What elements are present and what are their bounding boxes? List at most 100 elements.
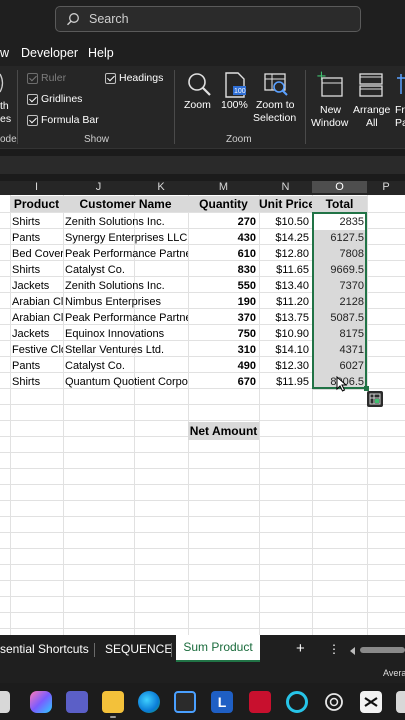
cell-unit-price[interactable]: $11.65 [259, 262, 312, 278]
cell-quantity[interactable]: 270 [188, 214, 259, 230]
formula-bar-checkbox[interactable] [27, 115, 38, 126]
cell-total[interactable]: 2835 [312, 214, 367, 230]
worksheet-grid[interactable]: Product Customer Name Quantity Unit Pric… [0, 195, 405, 635]
cell-product[interactable]: Pants [10, 358, 63, 374]
chatgpt-icon[interactable] [323, 691, 345, 713]
cell-unit-price[interactable]: $13.40 [259, 278, 312, 294]
cell-customer[interactable]: Catalyst Co. [63, 358, 188, 374]
l-app-icon[interactable]: L [211, 691, 233, 713]
formula-input[interactable] [0, 156, 405, 174]
cell-quantity[interactable]: 830 [188, 262, 259, 278]
cell-quantity[interactable]: 370 [188, 310, 259, 326]
header-quantity[interactable]: Quantity [188, 196, 259, 212]
store-icon[interactable] [174, 691, 196, 713]
horizontal-scrollbar[interactable] [360, 647, 405, 653]
cell-total[interactable]: 2128 [312, 294, 367, 310]
mcafee-icon[interactable] [249, 691, 271, 713]
cell-unit-price[interactable]: $14.10 [259, 342, 312, 358]
cell-total[interactable]: 4371 [312, 342, 367, 358]
cell-product[interactable]: Bed Covers [10, 246, 63, 262]
column-header-j[interactable]: J [63, 181, 134, 193]
cell-total[interactable]: 7370 [312, 278, 367, 294]
tab-help[interactable]: Help [88, 46, 114, 60]
tab-developer[interactable]: Developer [21, 46, 78, 60]
scroll-left-icon[interactable] [348, 645, 358, 655]
cell-total[interactable]: 6027 [312, 358, 367, 374]
ruler-checkbox[interactable] [27, 73, 38, 84]
cell-total[interactable]: 5087.5 [312, 310, 367, 326]
freeze-panes-button[interactable]: Fr Pa [393, 70, 405, 130]
cell-quantity[interactable]: 750 [188, 326, 259, 342]
edge-icon[interactable] [138, 691, 160, 713]
file-explorer-icon[interactable] [102, 691, 124, 713]
cell-product[interactable]: Shirts [10, 374, 63, 390]
quick-analysis-button[interactable] [367, 391, 383, 407]
column-header-p[interactable]: P [367, 181, 405, 193]
cell-unit-price[interactable]: $11.95 [259, 374, 312, 390]
more-sheets-button[interactable]: ⋮ [328, 642, 340, 656]
headings-checkbox[interactable] [105, 73, 116, 84]
zoom-100-button[interactable]: 100 100% [220, 70, 250, 120]
cell-product[interactable]: Arabian Cl [10, 310, 63, 326]
cell-total[interactable]: 9669.5 [312, 262, 367, 278]
sheet-tab-sum-product[interactable]: Sum Product [176, 635, 260, 662]
cell-product[interactable]: Jackets [10, 278, 63, 294]
cell-quantity[interactable]: 190 [188, 294, 259, 310]
cell-unit-price[interactable]: $12.30 [259, 358, 312, 374]
cell-quantity[interactable]: 490 [188, 358, 259, 374]
header-product[interactable]: Product [10, 196, 63, 212]
cell-quantity[interactable]: 550 [188, 278, 259, 294]
net-amount-label[interactable]: Net Amount [188, 422, 259, 440]
teams-icon[interactable] [66, 691, 88, 713]
cell-customer[interactable]: Zenith Solutions Inc. [63, 278, 188, 294]
capcut-icon[interactable] [360, 691, 382, 713]
add-sheet-button[interactable]: + [296, 640, 305, 657]
header-customer-name[interactable]: Customer Name [63, 196, 188, 212]
arrange-all-button[interactable]: Arrange All [352, 70, 392, 130]
column-header-i[interactable]: I [10, 181, 63, 193]
cell-customer[interactable]: Equinox Innovations [63, 326, 188, 342]
cell-customer[interactable]: Catalyst Co. [63, 262, 188, 278]
new-window-button[interactable]: + New Window [310, 70, 350, 130]
cell-customer[interactable]: Peak Performance Partne [63, 310, 188, 326]
zoom-to-selection-button[interactable]: Zoom to Selection [253, 70, 299, 130]
widgets-icon[interactable] [0, 691, 10, 713]
cell-unit-price[interactable]: $13.75 [259, 310, 312, 326]
cell-product[interactable]: Arabian Cl [10, 294, 63, 310]
cell-product[interactable]: Jackets [10, 326, 63, 342]
cell-total[interactable]: 8175 [312, 326, 367, 342]
column-header-k[interactable]: K [134, 181, 188, 193]
cell-customer[interactable]: Stellar Ventures Ltd. [63, 342, 188, 358]
cell-customer[interactable]: Synergy Enterprises LLC [63, 230, 188, 246]
header-unit-price[interactable]: Unit Price [259, 196, 312, 212]
cell-quantity[interactable]: 430 [188, 230, 259, 246]
column-header-o[interactable]: O [312, 181, 367, 193]
app-icon[interactable] [396, 691, 405, 713]
cell-product[interactable]: Shirts [10, 214, 63, 230]
zoom-button[interactable]: Zoom [183, 70, 215, 120]
sheet-tab-essential-shortcuts[interactable]: sential Shortcuts [0, 642, 89, 656]
cell-unit-price[interactable]: $10.90 [259, 326, 312, 342]
gridlines-checkbox[interactable] [27, 94, 38, 105]
copilot-icon[interactable] [30, 691, 52, 713]
cell-unit-price[interactable]: $11.20 [259, 294, 312, 310]
cortana-icon[interactable] [286, 691, 308, 713]
cell-quantity[interactable]: 670 [188, 374, 259, 390]
cell-product[interactable]: Shirts [10, 262, 63, 278]
cell-product[interactable]: Festive Clo [10, 342, 63, 358]
cell-unit-price[interactable]: $10.50 [259, 214, 312, 230]
cell-total[interactable]: 6127.5 [312, 230, 367, 246]
cell-quantity[interactable]: 310 [188, 342, 259, 358]
cell-customer[interactable]: Zenith Solutions Inc. [63, 214, 188, 230]
cell-unit-price[interactable]: $12.80 [259, 246, 312, 262]
cell-product[interactable]: Pants [10, 230, 63, 246]
cell-total[interactable]: 7808 [312, 246, 367, 262]
cell-quantity[interactable]: 610 [188, 246, 259, 262]
cell-customer[interactable]: Nimbus Enterprises [63, 294, 188, 310]
cell-customer[interactable]: Peak Performance Partne [63, 246, 188, 262]
cell-unit-price[interactable]: $14.25 [259, 230, 312, 246]
sheet-tab-sequence[interactable]: SEQUENCE [105, 642, 172, 656]
search-box[interactable]: Search [55, 6, 361, 32]
column-header-m[interactable]: M [188, 181, 259, 193]
cell-customer[interactable]: Quantum Quotient Corpor [63, 374, 188, 390]
